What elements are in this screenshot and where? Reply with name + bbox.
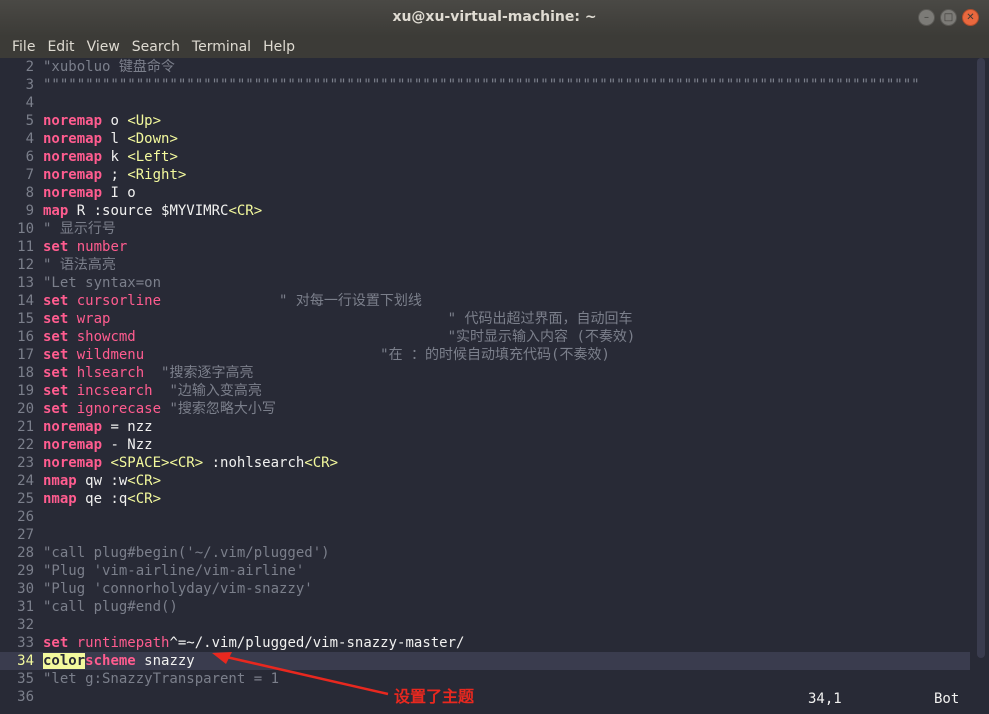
annotation-label: 设置了主题	[394, 687, 475, 706]
annotation-arrow	[212, 652, 389, 696]
terminal-window: xu@xu-virtual-machine: ~ – □ ✕ File Edit…	[0, 0, 989, 714]
